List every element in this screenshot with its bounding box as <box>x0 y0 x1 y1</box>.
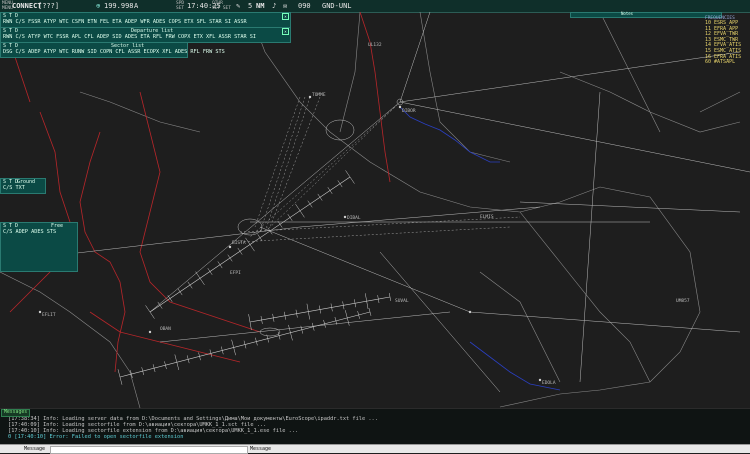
fixes <box>38 95 542 382</box>
alt-range[interactable]: GND-UNL <box>322 0 352 12</box>
free-panel[interactable]: S T D Free C/S ADEP ADES STS <box>0 222 78 272</box>
message-log[interactable]: [17:38:34] Info: Loading server data fro… <box>0 408 750 445</box>
connection-status: [???] <box>38 2 60 10</box>
sector-boundaries <box>0 12 741 408</box>
coastline <box>399 106 561 391</box>
frequency-value[interactable]: 199.998 <box>104 0 134 12</box>
departure-list-panel[interactable]: S T D Departure list RWN C/S ATYP WTC FS… <box>0 27 291 43</box>
centerline-tick <box>288 324 293 341</box>
centerline-tick <box>117 369 123 385</box>
map-label: DIBAL <box>347 215 361 221</box>
centerline-tick <box>174 354 180 371</box>
centerline-tick <box>187 281 193 289</box>
close-icon[interactable]: × <box>282 28 289 35</box>
notes-panel-bar[interactable]: Notes <box>570 11 722 18</box>
map-label: SUVAL <box>395 298 409 304</box>
map-label: TOMME <box>312 92 326 98</box>
map-label: EFPI <box>230 270 241 276</box>
free-columns: C/S ADEP ADES STS <box>3 229 57 235</box>
ground-columns: C/S TXT <box>3 185 25 191</box>
centerline-tick <box>195 271 205 286</box>
map-label: ELMIS <box>480 214 494 220</box>
sound-icon[interactable]: ♪ <box>272 0 276 12</box>
centerline-tick <box>145 305 155 319</box>
centerline-ticks <box>117 170 391 385</box>
legend-line[interactable]: 60 #ATSAPL <box>705 60 750 66</box>
airways <box>0 12 750 393</box>
atis-letter[interactable]: A <box>134 0 138 12</box>
centerline-tick <box>245 237 255 252</box>
centerline-tick <box>307 200 313 208</box>
departure-columns: RWN C/S ATYP WTC FSSR APL CFL ADEP SID A… <box>3 34 256 40</box>
range-value[interactable]: 5 <box>248 0 252 12</box>
centerline-tick <box>237 247 243 255</box>
map-label: UL132 <box>368 42 382 48</box>
arrival-columns: RWN C/S FSSR ATYP WTC CSFN ETN FEL ETA A… <box>3 19 247 25</box>
centerline-tick <box>231 339 236 356</box>
command-input[interactable] <box>50 446 248 454</box>
arrival-list-panel[interactable]: S T D RWN C/S FSSR ATYP WTC CSFN ETN FEL… <box>0 12 291 28</box>
chat-icon[interactable]: ✉ <box>283 0 287 12</box>
centerline-tick <box>267 227 273 235</box>
map-label: OBAN <box>160 326 171 332</box>
map-label: EDOLA <box>542 380 556 386</box>
pencil-icon[interactable]: ✎ <box>236 0 240 12</box>
messages-tab[interactable]: Messages <box>1 409 31 417</box>
alt-value[interactable]: 090 <box>298 0 311 12</box>
sector-list-panel[interactable]: S T D Sector list DSG C/S ADEP ATYP WTC … <box>0 42 225 58</box>
log-line-error: 0 [17:40:10] Error: Failed to open secto… <box>8 434 184 440</box>
sector-columns: DSG C/S ADEP ATYP WTC RUNW SID COPN CFL … <box>3 49 225 55</box>
close-icon[interactable]: × <box>282 13 289 20</box>
centerline-tick <box>317 193 323 201</box>
map-label: EFLIT <box>42 312 56 318</box>
centerline-tick <box>345 310 350 326</box>
extended-centerlines <box>119 176 391 378</box>
frequency-icon[interactable]: ⊕ <box>96 0 100 12</box>
centerline-tick <box>337 180 343 188</box>
notes-title: Notes <box>621 11 634 16</box>
country-borders <box>9 12 391 373</box>
centerline-tick <box>345 170 355 184</box>
centerline-tick <box>327 187 333 194</box>
centerline-tick <box>227 254 233 262</box>
centerline-tick <box>157 301 163 309</box>
map-label: BISTA <box>232 240 246 246</box>
centerline-tick <box>257 234 263 242</box>
frequency-legend: FREQUENCIES 10 ESRS_APP 11 EFRA_APP 12 E… <box>705 16 750 66</box>
centerline-tick <box>287 214 293 221</box>
centerline-tick <box>207 268 213 275</box>
centerline-tick <box>217 261 223 269</box>
map-label-group: TOMME DIBOR UL132 DIBAL BISTA EFPI ELMIS… <box>42 42 690 386</box>
centerline-tick <box>295 203 305 218</box>
radar-display[interactable]: TOMME DIBOR UL132 DIBAL BISTA EFPI ELMIS… <box>0 12 750 408</box>
centerline-tick <box>177 288 183 296</box>
ground-panel[interactable]: S T D Ground C/S TXT <box>0 178 46 194</box>
map-label: UM857 <box>676 298 690 304</box>
map-label: DIBOR <box>402 108 416 114</box>
range-unit[interactable]: NM <box>256 0 264 12</box>
